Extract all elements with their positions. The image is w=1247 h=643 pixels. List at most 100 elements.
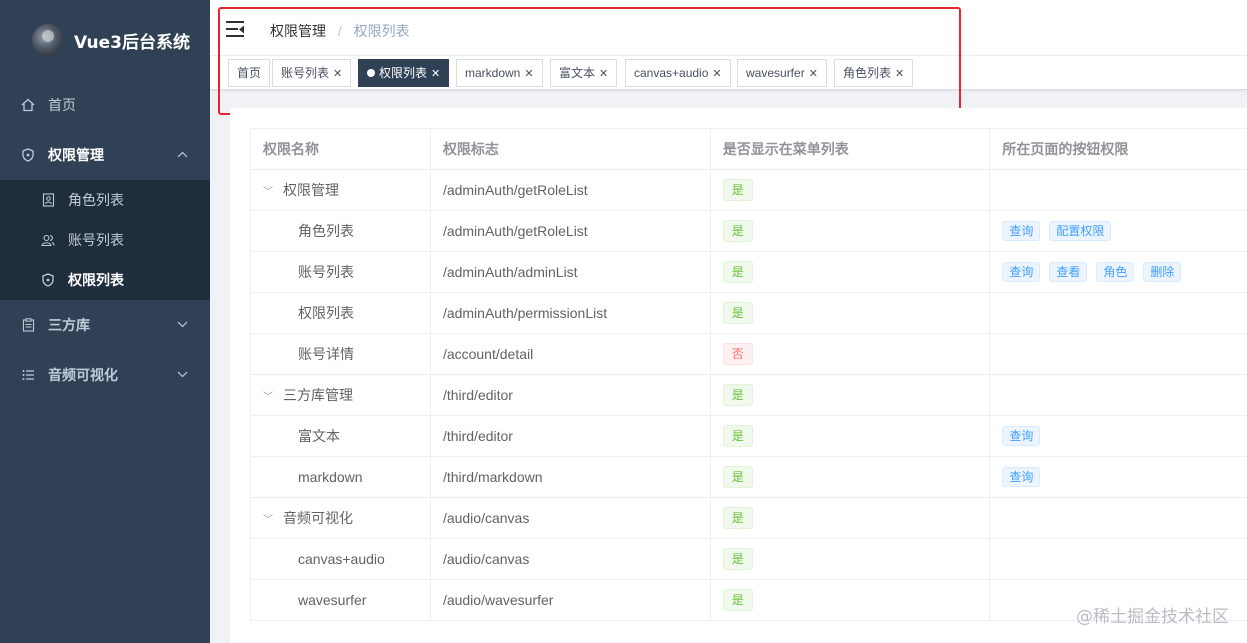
- button-permission-tag: 删除: [1143, 262, 1182, 282]
- permission-path: /adminAuth/permissionList: [430, 292, 711, 334]
- close-icon[interactable]: ✕: [599, 68, 608, 80]
- tag-accounts[interactable]: 账号列表 ✕: [272, 59, 352, 87]
- sidebar-item-accounts[interactable]: 账号列表: [0, 220, 210, 260]
- sidebar-item-label: 权限列表: [68, 272, 124, 288]
- permission-path: /audio/canvas: [430, 497, 711, 539]
- sidebar-item-home[interactable]: 首页: [0, 80, 210, 130]
- sidebar-item-label: 三方库: [48, 317, 90, 333]
- button-permission-tag: 查询: [1002, 467, 1041, 487]
- permission-name: 账号列表: [250, 251, 431, 293]
- table-row: ﹀ 三方库管理 /third/editor 是: [250, 374, 1247, 416]
- app-title: Vue3后台系统: [74, 32, 191, 53]
- sidebar-item-label: 权限管理: [48, 147, 104, 163]
- tags-view: 首页 账号列表 ✕ 权限列表 ✕ markdown ✕ 富文本 ✕ canvas+aud…: [210, 56, 1247, 90]
- tag-label: 账号列表: [281, 66, 330, 80]
- hamburger-icon[interactable]: [226, 20, 246, 38]
- navbar: 权限管理 / 权限列表: [210, 0, 1247, 56]
- permission-table: 权限名称 权限标志 是否显示在菜单列表 所在页面的按钮权限 ﹀ 权限管理 /adm…: [250, 128, 1247, 621]
- permission-name: markdown: [250, 456, 431, 498]
- show-status-badge: 是: [722, 261, 753, 283]
- tag-label: canvas+audio: [634, 66, 709, 80]
- expand-arrow-icon[interactable]: ﹀: [263, 183, 275, 198]
- table-row: 账号列表 /adminAuth/adminList 是 查询 查看 角色 删除: [250, 251, 1247, 293]
- permission-path: /adminAuth/getRoleList: [430, 210, 711, 252]
- show-status-badge: 是: [722, 179, 753, 201]
- shield-icon: [20, 147, 36, 163]
- show-status-badge: 是: [722, 589, 753, 611]
- permission-name: wavesurfer: [250, 579, 431, 621]
- sidebar-item-label: 首页: [48, 97, 76, 113]
- main-area: 权限管理 / 权限列表 首页 账号列表 ✕ 权限列表 ✕ markdown ✕ 富文本…: [210, 0, 1247, 643]
- tag-label: 富文本: [559, 66, 596, 80]
- permission-name: 权限列表: [250, 292, 431, 334]
- permission-path: /third/editor: [430, 374, 711, 416]
- permission-path: /third/editor: [430, 415, 711, 457]
- tag-canvas-audio[interactable]: canvas+audio ✕: [625, 59, 731, 87]
- tag-roles[interactable]: 角色列表 ✕: [834, 59, 914, 87]
- breadcrumb-separator: /: [337, 23, 342, 39]
- sidebar: Vue3后台系统 首页 权限管理 角色列表 账号列表 权限列表 三方库 音频可视…: [0, 0, 210, 643]
- show-status-badge: 是: [722, 548, 753, 570]
- permission-path: /audio/wavesurfer: [430, 579, 711, 621]
- sidebar-item-roles[interactable]: 角色列表: [0, 180, 210, 220]
- submenu-permission: 角色列表 账号列表 权限列表: [0, 180, 210, 300]
- tag-label: 权限列表: [379, 66, 428, 80]
- table-row: canvas+audio /audio/canvas 是: [250, 538, 1247, 580]
- table-row: ﹀ 权限管理 /adminAuth/getRoleList 是: [250, 169, 1247, 211]
- chevron-down-icon: [177, 319, 188, 331]
- show-status-badge: 是: [722, 466, 753, 488]
- tag-label: 角色列表: [843, 66, 892, 80]
- tag-wavesurfer[interactable]: wavesurfer ✕: [737, 59, 827, 87]
- permission-path: /third/markdown: [430, 456, 711, 498]
- button-permission-tag: 查看: [1049, 262, 1088, 282]
- watermark: @稀土掘金技术社区: [1076, 607, 1229, 627]
- table-row: 角色列表 /adminAuth/getRoleList 是 查询 配置权限: [250, 210, 1247, 252]
- table-row: ﹀ 音频可视化 /audio/canvas 是: [250, 497, 1247, 539]
- close-icon[interactable]: ✕: [712, 68, 721, 80]
- close-icon[interactable]: ✕: [895, 68, 904, 80]
- active-dot: [367, 69, 375, 77]
- table-row: 权限列表 /adminAuth/permissionList 是: [250, 292, 1247, 334]
- content-card: 权限名称 权限标志 是否显示在菜单列表 所在页面的按钮权限 ﹀ 权限管理 /adm…: [230, 108, 1247, 643]
- table-header-row: 权限名称 权限标志 是否显示在菜单列表 所在页面的按钮权限: [250, 128, 1247, 170]
- close-icon[interactable]: ✕: [333, 68, 342, 80]
- close-icon[interactable]: ✕: [431, 68, 440, 80]
- expand-arrow-icon[interactable]: ﹀: [263, 511, 275, 526]
- permission-name: 权限管理: [283, 182, 339, 198]
- tag-home[interactable]: 首页: [228, 59, 271, 87]
- users-icon: [40, 232, 56, 248]
- permission-name: canvas+audio: [250, 538, 431, 580]
- column-header: 权限标志: [430, 128, 711, 170]
- column-header: 权限名称: [250, 128, 431, 170]
- clipboard-icon: [20, 317, 36, 333]
- tag-permissions[interactable]: 权限列表 ✕: [358, 59, 450, 87]
- show-status-badge: 是: [722, 384, 753, 406]
- tag-markdown[interactable]: markdown ✕: [456, 59, 543, 87]
- logo[interactable]: Vue3后台系统: [0, 0, 210, 80]
- show-status-badge: 是: [722, 220, 753, 242]
- home-icon: [20, 97, 36, 113]
- expand-arrow-icon[interactable]: ﹀: [263, 388, 275, 403]
- close-icon[interactable]: ✕: [524, 68, 533, 80]
- chevron-down-icon: [177, 369, 188, 381]
- button-permission-tag: 配置权限: [1049, 221, 1112, 241]
- table-row: 账号详情 /account/detail 否: [250, 333, 1247, 375]
- tag-richtext[interactable]: 富文本 ✕: [550, 59, 618, 87]
- sidebar-item-permission[interactable]: 权限管理: [0, 130, 210, 180]
- button-permission-tag: 角色: [1096, 262, 1135, 282]
- permission-name: 音频可视化: [283, 510, 353, 526]
- column-header: 是否显示在菜单列表: [710, 128, 991, 170]
- sidebar-item-permissions[interactable]: 权限列表: [0, 260, 210, 300]
- show-status-badge: 是: [722, 302, 753, 324]
- permission-path: /adminAuth/adminList: [430, 251, 711, 293]
- show-status-badge: 否: [722, 343, 753, 365]
- tag-label: markdown: [465, 66, 521, 80]
- sidebar-item-audio[interactable]: 音频可视化: [0, 350, 210, 400]
- sidebar-item-third-party[interactable]: 三方库: [0, 300, 210, 350]
- breadcrumb-item[interactable]: 权限管理: [270, 23, 326, 39]
- shield-icon: [40, 272, 56, 288]
- sidebar-item-label: 账号列表: [68, 232, 124, 248]
- button-permission-tag: 查询: [1002, 262, 1041, 282]
- close-icon[interactable]: ✕: [809, 68, 818, 80]
- permission-name: 角色列表: [250, 210, 431, 252]
